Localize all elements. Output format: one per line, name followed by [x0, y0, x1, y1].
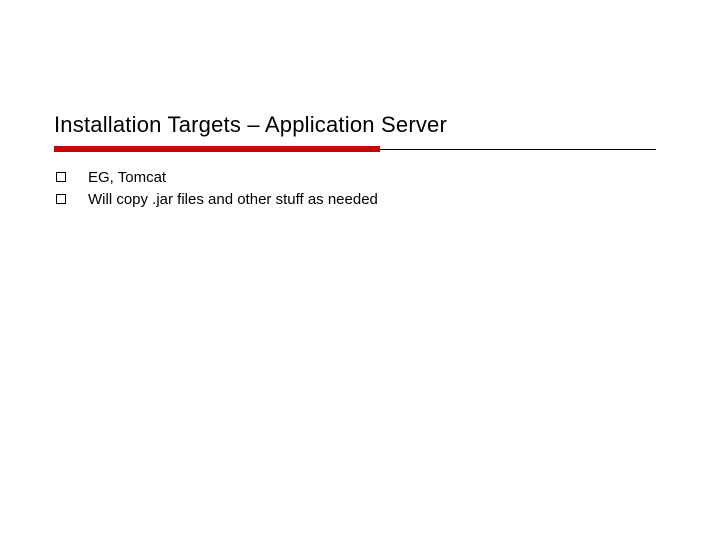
bullet-list: EG, Tomcat Will copy .jar files and othe… [56, 168, 616, 212]
slide: Installation Targets – Application Serve… [0, 0, 720, 540]
list-item-text: Will copy .jar files and other stuff as … [88, 190, 378, 210]
list-item: Will copy .jar files and other stuff as … [56, 190, 616, 210]
square-bullet-icon [56, 194, 66, 204]
list-item: EG, Tomcat [56, 168, 616, 188]
title-underline-thin [380, 149, 656, 150]
list-item-text: EG, Tomcat [88, 168, 166, 188]
slide-title: Installation Targets – Application Serve… [54, 112, 447, 138]
square-bullet-icon [56, 172, 66, 182]
title-underline-accent [54, 146, 380, 152]
